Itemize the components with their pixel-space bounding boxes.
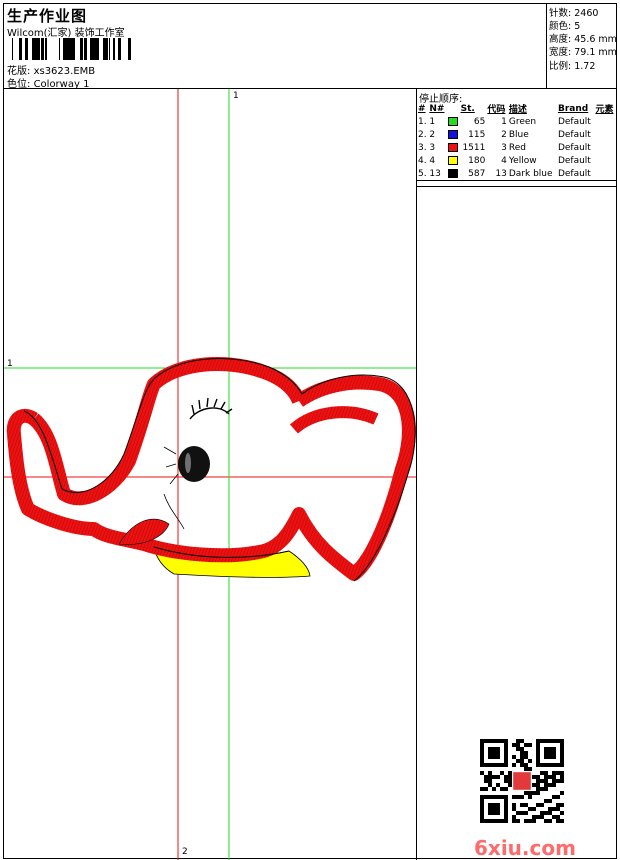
color-table-row: 2. 2 115 2 Blue Default (417, 128, 616, 141)
col-needle: N# (429, 103, 445, 114)
watermark-logo: 6xiu.com (474, 836, 576, 860)
worksheet-frame: 生产作业图 Wilcom(汇家) 装饰工作室 花版: xs3623.EMB 色位… (3, 3, 617, 860)
row-needle: 2 (429, 129, 436, 140)
qr-code (480, 739, 564, 823)
elephant-black-outline (23, 358, 416, 582)
stat-height: 高度: 45.6 mm (549, 34, 617, 45)
row-index: 3. (418, 142, 427, 153)
header-panel: 生产作业图 Wilcom(汇家) 装饰工作室 花版: xs3623.EMB 色位… (4, 4, 547, 90)
row-needle: 13 (428, 167, 447, 181)
row-swatch (447, 154, 460, 167)
row-element (594, 128, 616, 141)
elephant-eye-highlight (185, 453, 191, 473)
row-swatch (447, 128, 460, 141)
col-index: # (418, 103, 426, 114)
elephant-ear-curl (289, 406, 379, 434)
row-code: 4 (501, 155, 507, 166)
color-table-row: 1. 1 65 1 Green Default (417, 115, 616, 128)
stat-colors: 颜色: 5 (549, 21, 581, 32)
color-swatch (447, 129, 458, 139)
row-swatch (446, 167, 460, 181)
row-brand: Default (557, 129, 591, 140)
elephant-body-outline (6, 356, 416, 581)
row-stitches: 180 (468, 155, 486, 166)
row-desc: Green (508, 116, 537, 127)
color-table: # N# St. 代码 描述 Brand 元素 1. 1 65 1 Green Defau… (417, 102, 616, 181)
color-swatch (447, 142, 458, 152)
col-desc: 描述 (508, 105, 527, 115)
stop-sequence-panel: 停止顺序: # N# St. 代码 描述 Brand 元素 1. 1 65 1 Gree… (417, 89, 616, 860)
col-element: 元素 (595, 105, 614, 115)
stat-stitches: 针数: 2460 (549, 8, 599, 19)
axis-label-green-vertical: 1 (233, 91, 239, 101)
elephant-cheek (118, 518, 170, 545)
color-swatch (447, 168, 458, 178)
barcode (12, 38, 131, 60)
color-table-row: 3. 3 1511 3 Red Default (417, 141, 616, 154)
color-table-row: 4. 4 180 4 Yellow Default (417, 154, 616, 167)
axis-label-green-horizontal: 1 (7, 359, 13, 369)
design-canvas: 1 1 2 (4, 89, 417, 860)
col-stitches: St. (460, 103, 475, 114)
row-desc: Dark blue (507, 167, 557, 181)
row-stitches: 115 (468, 129, 486, 140)
color-table-row: 5. 13 587 13 Dark blue Default (417, 167, 616, 181)
row-index: 5. (417, 167, 429, 181)
row-element (594, 115, 616, 128)
row-index: 4. (418, 155, 427, 166)
color-swatch (447, 155, 458, 165)
row-code: 2 (501, 129, 507, 140)
row-index: 2. (418, 129, 427, 140)
row-code: 1 (501, 116, 507, 127)
row-element (594, 141, 616, 154)
row-brand: Default (557, 155, 591, 166)
row-desc: Yellow (508, 155, 537, 166)
row-brand: Default (556, 167, 595, 181)
elephant-eyelashes (189, 397, 233, 420)
row-swatch (447, 115, 460, 128)
row-needle: 1 (429, 116, 436, 127)
color-swatch (447, 116, 458, 126)
row-code: 3 (501, 142, 507, 153)
stat-scale: 比例: 1.72 (549, 61, 596, 72)
row-needle: 4 (429, 155, 436, 166)
colorway-row: 色位: Colorway 1 (7, 75, 89, 90)
row-element (594, 167, 616, 181)
row-stitches: 65 (473, 116, 486, 127)
stat-width: 宽度: 79.1 mm (549, 47, 617, 58)
axis-label-red-vertical: 2 (182, 847, 188, 857)
company-name: Wilcom(汇家) 装饰工作室 (7, 28, 125, 39)
col-swatch (447, 102, 460, 115)
embroidery-preview (4, 89, 416, 860)
row-needle: 3 (429, 142, 436, 153)
row-stitches: 1511 (462, 142, 486, 153)
page-title: 生产作业图 (7, 7, 88, 25)
row-index: 1. (418, 116, 427, 127)
row-stitches: 587 (459, 167, 487, 181)
col-code: 代码 (487, 105, 506, 115)
row-element (594, 154, 616, 167)
row-swatch (447, 141, 460, 154)
row-brand: Default (557, 116, 591, 127)
row-desc: Blue (508, 129, 529, 140)
color-table-header: # N# St. 代码 描述 Brand 元素 (417, 102, 616, 116)
side-divider (417, 186, 616, 187)
row-brand: Default (557, 142, 591, 153)
stats-panel: 针数: 2460 颜色: 5 高度: 45.6 mm 宽度: 79.1 mm 比… (547, 4, 617, 89)
col-brand: Brand (557, 103, 589, 114)
elephant-eye (178, 446, 210, 482)
row-desc: Red (508, 142, 526, 153)
row-code: 13 (486, 167, 508, 181)
